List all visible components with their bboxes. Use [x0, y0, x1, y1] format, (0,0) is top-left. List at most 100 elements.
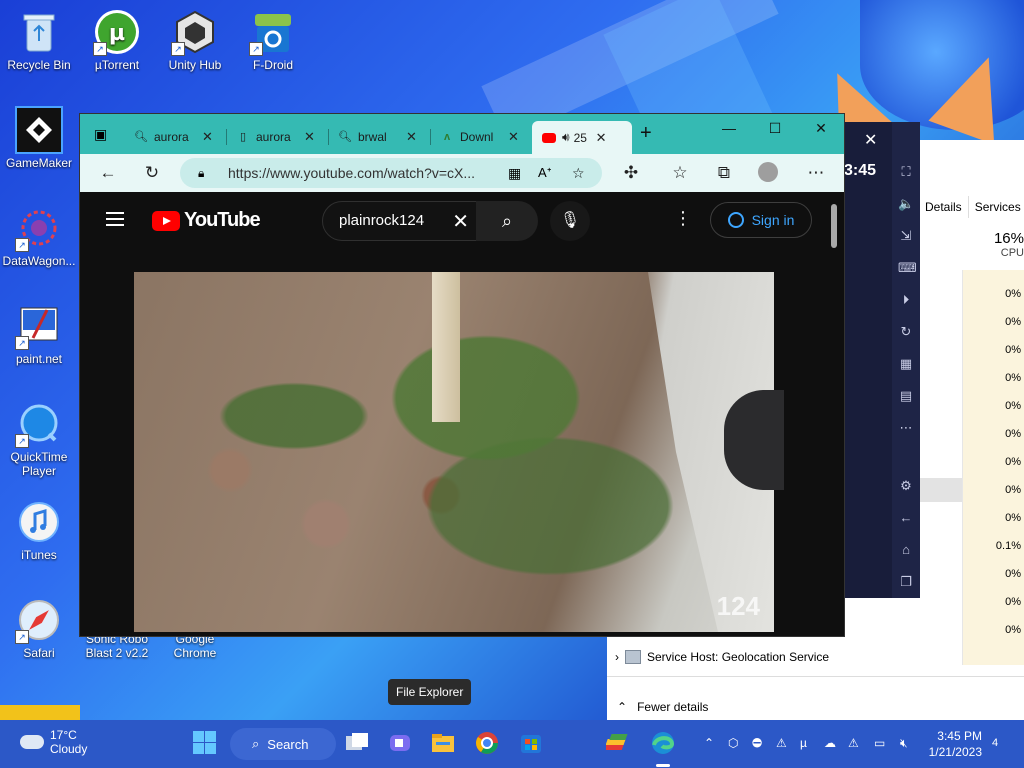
address-bar[interactable]: 🔒︎ https://www.youtube.com/watch?v=cX...…: [180, 158, 602, 188]
extensions-icon[interactable]: ✣: [621, 163, 641, 183]
settings-icon[interactable]: ⚙: [898, 478, 914, 494]
video-watermark: 124: [716, 591, 760, 621]
edge-icon[interactable]: [650, 730, 676, 756]
close-tab-icon[interactable]: ✕: [202, 129, 213, 145]
keyboard-icon[interactable]: ⌨: [898, 260, 917, 276]
chrome-icon[interactable]: [474, 730, 500, 756]
tray-volume-muted-icon[interactable]: 🔇︎: [900, 736, 908, 751]
store-icon[interactable]: [518, 730, 544, 756]
tab-details[interactable]: Details: [919, 196, 969, 218]
fewer-details-button[interactable]: ⌃ Fewer details: [617, 700, 708, 714]
weather-widget[interactable]: 17°C Cloudy: [20, 728, 87, 756]
back-button[interactable]: ←: [98, 163, 118, 183]
fullscreen-icon[interactable]: ⛶: [898, 164, 914, 180]
task-view-icon[interactable]: [344, 730, 370, 756]
cpu-column-header[interactable]: 16% CPU: [962, 230, 1024, 259]
tray-utorrent-icon[interactable]: µ: [800, 736, 807, 750]
tray-blocked-icon[interactable]: ⛔︎: [752, 736, 762, 751]
taskbar-search-button[interactable]: ⌕ Search: [230, 728, 336, 760]
refresh-button[interactable]: ↻: [142, 163, 162, 183]
home-icon[interactable]: ⌂: [898, 542, 914, 558]
file-explorer-icon[interactable]: [430, 730, 456, 756]
sign-in-button[interactable]: Sign in: [710, 202, 812, 238]
recycle-bin-icon: [15, 8, 63, 56]
search-icon: ⌕: [252, 736, 260, 751]
more-options-icon[interactable]: ⋯: [898, 420, 914, 436]
bluestacks-icon[interactable]: [601, 730, 632, 756]
tray-display-icon[interactable]: ▭: [874, 736, 885, 750]
tray-alert-icon[interactable]: ⚠: [848, 736, 859, 750]
close-tab-icon[interactable]: ✕: [596, 130, 607, 146]
close-tab-icon[interactable]: ✕: [508, 129, 519, 145]
read-aloud-icon[interactable]: Aᐩ: [538, 165, 552, 181]
apk-icon[interactable]: ▤: [898, 388, 914, 404]
tab-youtube-active[interactable]: 🔊︎ 25 ✕: [532, 121, 632, 154]
settings-more-icon[interactable]: ⋯: [806, 163, 826, 183]
desktop-icon-datawagon[interactable]: ↗ DataWagon...: [2, 204, 76, 268]
desktop-icon-sonic-robo-blast[interactable]: Sonic Robo Blast 2 v2.2: [80, 632, 154, 678]
close-tab-icon[interactable]: ✕: [304, 129, 315, 145]
video-player[interactable]: 124: [134, 272, 784, 632]
multi-instance-icon[interactable]: ▦: [898, 356, 914, 372]
start-button[interactable]: [192, 730, 218, 756]
close-icon[interactable]: ✕: [864, 130, 877, 150]
youtube-search-input[interactable]: plainrock124 ✕: [322, 201, 478, 241]
voice-search-button[interactable]: 🎙︎: [550, 201, 590, 241]
desktop-icon-utorrent[interactable]: µ ↗ µTorrent: [80, 8, 154, 72]
show-hidden-icons-button[interactable]: ⌃: [704, 736, 714, 750]
desktop-icon-recycle-bin[interactable]: Recycle Bin: [2, 8, 76, 72]
desktop-icon-gamemaker[interactable]: GameMaker: [2, 106, 76, 170]
tray-network-off-icon[interactable]: ☁: [824, 736, 836, 750]
desktop-icon-f-droid[interactable]: ↗ F-Droid: [236, 8, 310, 72]
audio-playing-icon[interactable]: 🔊︎: [562, 130, 570, 145]
f-droid-icon: ↗: [249, 8, 297, 56]
desktop-icon-safari[interactable]: ↗ Safari: [2, 596, 76, 660]
recent-apps-icon[interactable]: ❐: [898, 574, 914, 590]
rotate-icon[interactable]: ↻: [898, 324, 914, 340]
add-favorite-icon[interactable]: ☆: [572, 165, 585, 182]
tab-brwal-search[interactable]: 🔍︎ brwal ✕: [328, 123, 428, 150]
system-clock[interactable]: 3:45 PM 1/21/2023: [922, 728, 982, 760]
service-row-geolocation[interactable]: › Service Host: Geolocation Service: [615, 650, 829, 664]
volume-icon[interactable]: 🔈: [898, 196, 914, 212]
minimize-button[interactable]: —: [714, 120, 744, 136]
clear-search-icon[interactable]: ✕: [452, 209, 469, 234]
cpu-value: 0%: [1005, 512, 1021, 524]
notification-count[interactable]: 4: [992, 737, 998, 749]
tray-app-icon[interactable]: ⬡: [728, 736, 738, 750]
maximize-button[interactable]: ☐: [760, 120, 790, 137]
tab-download[interactable]: ʌ Downl ✕: [430, 123, 530, 150]
desktop-icon-itunes[interactable]: iTunes: [2, 498, 76, 562]
desktop-icon-google-chrome[interactable]: Google Chrome: [158, 632, 232, 678]
new-tab-button[interactable]: +: [640, 122, 652, 145]
task-manager-tabs: Details Services: [919, 196, 1024, 218]
close-window-button[interactable]: ✕: [806, 120, 836, 137]
desktop-icon-unity-hub[interactable]: ↗ Unity Hub: [158, 8, 232, 72]
tray-warning-icon[interactable]: ⚠: [776, 736, 787, 750]
tab-services[interactable]: Services: [969, 196, 1024, 218]
favorites-icon[interactable]: ☆: [670, 163, 690, 183]
profile-avatar-icon[interactable]: [758, 162, 778, 187]
desktop-icon-quicktime[interactable]: ↗ QuickTime Player: [2, 400, 76, 478]
chevron-right-icon[interactable]: ›: [615, 650, 619, 664]
emulator-window[interactable]: ✕ « 3:45 ⛶ 🔈 ⇲ ⌨ ⏵ ↻ ▦ ▤ ⋯ ⚙ ← ⌂ ❐: [844, 122, 920, 598]
hamburger-menu-icon[interactable]: [106, 212, 124, 226]
page-scrollbar[interactable]: [831, 204, 837, 248]
youtube-logo[interactable]: YouTube: [152, 209, 261, 232]
youtube-search-button[interactable]: ⌕: [476, 201, 538, 241]
more-vertical-icon[interactable]: ⋮: [674, 208, 692, 229]
lock-icon[interactable]: 🔒︎: [198, 166, 204, 181]
tab-actions-icon[interactable]: ▣: [94, 126, 107, 143]
import-icon[interactable]: ⇲: [898, 228, 914, 244]
youtube-icon: [542, 131, 556, 145]
tab-aurora-search[interactable]: 🔍︎ aurora ✕: [124, 123, 224, 150]
desktop-icon-paint-net[interactable]: ↗ paint.net: [2, 302, 76, 366]
back-icon[interactable]: ←: [898, 510, 914, 526]
browser-window[interactable]: ▣ 🔍︎ aurora ✕ ▯ aurora ✕ 🔍︎ brwal ✕ ʌ Do…: [80, 114, 844, 636]
collections-icon[interactable]: ⧉: [714, 163, 734, 183]
chat-icon[interactable]: [387, 730, 413, 756]
tab-aurora-page[interactable]: ▯ aurora ✕: [226, 123, 326, 150]
close-tab-icon[interactable]: ✕: [406, 129, 417, 145]
record-icon[interactable]: ⏵: [898, 292, 914, 308]
app-available-icon[interactable]: ▦: [508, 165, 521, 182]
